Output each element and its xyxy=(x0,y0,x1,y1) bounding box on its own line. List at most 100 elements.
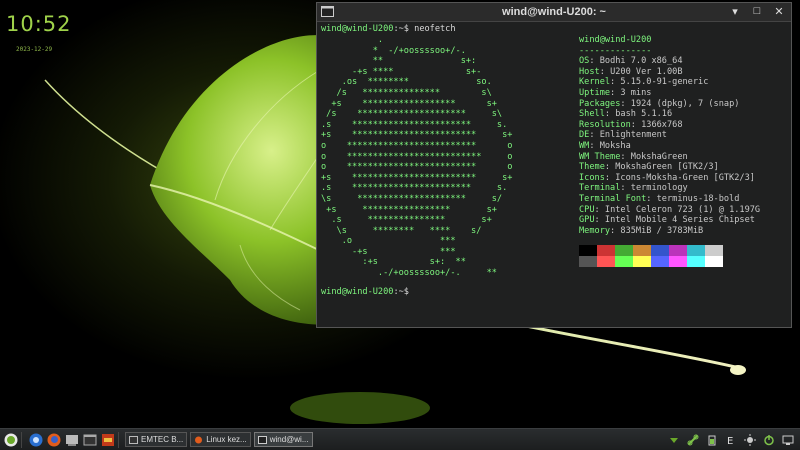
taskbar: EMTEC B... Linux kez... wind@wi... E xyxy=(0,428,800,450)
info-key: GPU xyxy=(579,215,595,226)
info-row: Host: U200 Ver 1.00B xyxy=(579,67,760,78)
info-value: U200 Ver 1.00B xyxy=(610,66,683,77)
taskbar-task[interactable]: Linux kez... xyxy=(190,432,251,447)
color-palette xyxy=(579,245,723,267)
color-swatch xyxy=(651,245,669,256)
info-row: Theme: MokshaGreen [GTK2/3] xyxy=(579,162,760,173)
info-separator: -------------- xyxy=(579,45,652,56)
info-key: Icons xyxy=(579,172,605,183)
info-colon: : xyxy=(610,225,621,236)
info-colon: : xyxy=(604,109,616,120)
info-row: Memory: 835MiB / 3783MiB xyxy=(579,226,760,237)
info-value: terminology xyxy=(630,183,688,194)
command-line: wind@wind-U200:~$ neofetch xyxy=(321,24,787,35)
info-value: Enlightenment xyxy=(599,130,667,141)
color-swatch xyxy=(597,256,615,267)
info-key: WM xyxy=(579,140,590,151)
info-value: terminus-18-bold xyxy=(656,193,740,204)
taskbar-task[interactable]: wind@wi... xyxy=(253,432,313,447)
info-colon: : xyxy=(594,215,605,226)
info-value: bash 5.1.16 xyxy=(615,109,673,120)
info-colon: : xyxy=(646,193,657,204)
color-swatch xyxy=(579,256,597,267)
color-swatch xyxy=(597,245,615,256)
system-tray: E xyxy=(668,433,800,446)
color-swatch xyxy=(669,245,687,256)
start-icon[interactable] xyxy=(4,433,18,447)
task-label: Linux kez... xyxy=(206,435,247,444)
info-header: wind@wind-U200 xyxy=(579,35,652,45)
taskbar-separator xyxy=(118,431,119,448)
info-value: Icons-Moksha-Green [GTK2/3] xyxy=(615,172,755,183)
minimize-button[interactable]: ▾ xyxy=(729,5,741,18)
info-value: MokshaGreen xyxy=(630,151,688,162)
info-value: Moksha xyxy=(599,140,631,151)
close-button[interactable]: ✕ xyxy=(773,5,785,18)
color-swatch xyxy=(579,245,597,256)
network-icon[interactable] xyxy=(687,434,699,446)
desktop-icon[interactable] xyxy=(782,434,794,446)
battery-icon[interactable] xyxy=(706,434,718,446)
color-swatch xyxy=(705,245,723,256)
info-colon: : xyxy=(599,66,611,77)
info-key: Terminal xyxy=(579,183,621,194)
app-icon[interactable] xyxy=(101,433,115,447)
info-key: Theme xyxy=(579,162,605,173)
terminal-titlebar[interactable]: wind@wind-U200: ~ ▾ □ ✕ xyxy=(317,3,791,22)
color-swatch xyxy=(651,256,669,267)
system-info: wind@wind-U200 -------------- OS: Bodhi … xyxy=(579,35,760,236)
info-row: DE: Enlightenment xyxy=(579,130,760,141)
window-title: wind@wind-U200: ~ xyxy=(502,6,606,18)
prompt-path: :~$ xyxy=(393,287,409,297)
info-colon: : xyxy=(610,87,621,98)
firefox-icon[interactable] xyxy=(47,433,61,447)
info-key: OS xyxy=(579,56,590,67)
task-label: wind@wi... xyxy=(269,435,309,444)
info-value: 1366x768 xyxy=(641,119,683,130)
terminal-icon[interactable] xyxy=(83,433,97,447)
taskbar-task[interactable]: EMTEC B... xyxy=(125,432,188,447)
file-manager-icon[interactable] xyxy=(65,433,79,447)
color-swatch xyxy=(615,256,633,267)
color-swatch xyxy=(687,245,705,256)
info-key: WM Theme xyxy=(579,151,621,162)
info-row: Uptime: 3 mins xyxy=(579,88,760,99)
info-key: Memory xyxy=(579,225,611,236)
info-key: Uptime xyxy=(579,87,611,98)
info-row: Resolution: 1366x768 xyxy=(579,120,760,131)
info-colon: : xyxy=(604,172,616,183)
info-key: Host xyxy=(579,66,600,77)
brightness-icon[interactable] xyxy=(744,433,756,446)
info-row: Terminal: terminology xyxy=(579,183,760,194)
info-colon: : xyxy=(630,119,642,130)
info-key: CPU xyxy=(579,204,595,215)
color-swatch xyxy=(705,256,723,267)
color-swatch xyxy=(633,256,651,267)
terminal-icon xyxy=(257,435,267,444)
info-value: Intel Mobile 4 Series Chipset xyxy=(604,215,755,226)
command-line[interactable]: wind@wind-U200:~$ xyxy=(321,287,409,298)
terminal-window[interactable]: wind@wind-U200: ~ ▾ □ ✕ wind@wind-U200:~… xyxy=(316,2,792,328)
info-value: MokshaGreen [GTK2/3] xyxy=(615,162,719,173)
info-key: Shell xyxy=(579,109,605,120)
keyboard-icon[interactable]: E xyxy=(725,434,737,446)
info-row: Terminal Font: terminus-18-bold xyxy=(579,194,760,205)
desktop-clock-time: 10:52 xyxy=(6,12,72,36)
info-row: WM Theme: MokshaGreen xyxy=(579,152,760,163)
update-icon[interactable] xyxy=(668,434,680,446)
info-row: OS: Bodhi 7.0 x86_64 xyxy=(579,56,760,67)
info-colon: : xyxy=(604,162,616,173)
prompt-user: wind@wind-U200 xyxy=(321,24,394,34)
info-row: Icons: Icons-Moksha-Green [GTK2/3] xyxy=(579,173,760,184)
info-colon: : xyxy=(589,56,600,67)
power-icon[interactable] xyxy=(763,434,775,446)
browser-icon[interactable] xyxy=(29,433,43,447)
info-value: 5.15.0-91-generic xyxy=(620,77,709,88)
terminal-output[interactable]: wind@wind-U200:~$ neofetch . * -/+oossss… xyxy=(321,24,787,325)
info-key: Resolution xyxy=(579,119,631,130)
info-colon: : xyxy=(620,151,631,162)
info-row: WM: Moksha xyxy=(579,141,760,152)
info-key: Terminal Font xyxy=(579,193,647,204)
maximize-button[interactable]: □ xyxy=(751,5,763,18)
info-row: Kernel: 5.15.0-91-generic xyxy=(579,77,760,88)
